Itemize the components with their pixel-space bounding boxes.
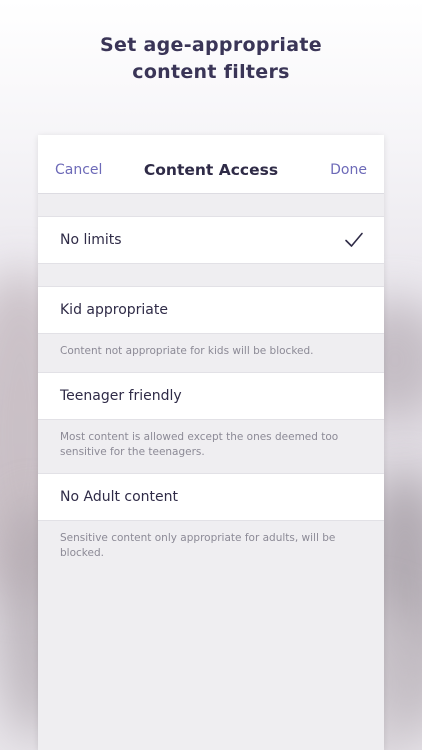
nav-bar: Cancel Content Access Done xyxy=(38,135,384,194)
headline-line-2: content filters xyxy=(132,61,290,83)
option-kid-appropriate[interactable]: Kid appropriate xyxy=(38,286,384,334)
option-label: Kid appropriate xyxy=(60,302,168,318)
option-teenager-friendly[interactable]: Teenager friendly xyxy=(38,372,384,420)
option-no-adult-content[interactable]: No Adult content xyxy=(38,473,384,521)
content-access-sheet: Cancel Content Access Done No limits Kid… xyxy=(38,135,384,750)
promo-headline: Set age-appropriate content filters xyxy=(0,32,422,86)
option-label: No limits xyxy=(60,232,122,248)
option-no-limits[interactable]: No limits xyxy=(38,216,384,264)
option-description: Most content is allowed except the ones … xyxy=(60,431,339,458)
headline-line-1: Set age-appropriate xyxy=(100,34,322,56)
option-label: No Adult content xyxy=(60,489,179,505)
option-description: Sensitive content only appropriate for a… xyxy=(60,532,336,559)
done-button[interactable]: Done xyxy=(330,162,367,178)
checkmark-icon xyxy=(345,232,363,247)
option-label: Teenager friendly xyxy=(60,388,182,404)
option-description: Content not appropriate for kids will be… xyxy=(60,345,314,357)
